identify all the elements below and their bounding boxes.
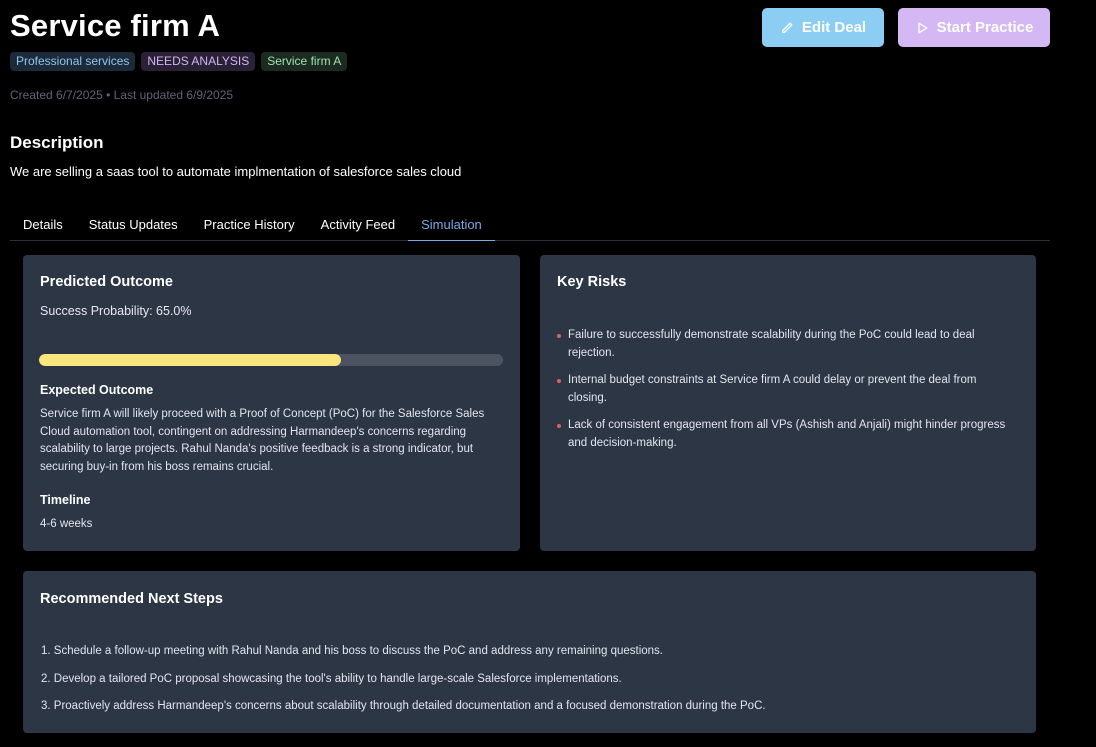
- pencil-icon: [781, 22, 793, 33]
- steps-list: 1. Schedule a follow-up meeting with Rah…: [41, 643, 1021, 726]
- bullet-icon: [557, 379, 561, 383]
- bullet-icon: [557, 334, 561, 338]
- risk-list: Failure to successfully demonstrate scal…: [557, 327, 1017, 462]
- timeline-text: 4-6 weeks: [40, 518, 93, 530]
- bullet-icon: [557, 424, 561, 428]
- predicted-outcome-card: Predicted Outcome Success Probability: 6…: [23, 255, 520, 551]
- tab-activity-feed[interactable]: Activity Feed: [308, 208, 408, 241]
- description-text: We are selling a saas tool to automate i…: [10, 164, 462, 179]
- play-icon: [917, 22, 928, 33]
- list-item: 3. Proactively address Harmandeep's conc…: [41, 700, 766, 712]
- timeline-heading: Timeline: [40, 493, 91, 507]
- tab-status-updates[interactable]: Status Updates: [76, 208, 191, 241]
- key-risks-card: Key Risks Failure to successfully demons…: [540, 255, 1036, 551]
- stage-tag: NEEDS ANALYSIS: [141, 52, 256, 71]
- company-tag: Service firm A: [261, 52, 348, 71]
- expected-outcome-heading: Expected Outcome: [40, 383, 154, 397]
- probability-bar: [39, 354, 503, 366]
- success-probability: Success Probability: 65.0%: [40, 304, 192, 318]
- industry-tag: Professional services: [10, 52, 136, 71]
- list-item: Failure to successfully demonstrate scal…: [557, 327, 1017, 362]
- list-item: Internal budget constraints at Service f…: [557, 372, 1017, 407]
- next-steps-heading: Recommended Next Steps: [40, 591, 223, 607]
- edit-deal-button[interactable]: Edit Deal: [762, 8, 884, 47]
- tag-list: Professional services NEEDS ANALYSIS Ser…: [10, 52, 348, 71]
- start-practice-button[interactable]: Start Practice: [898, 8, 1050, 47]
- list-item: Lack of consistent engagement from all V…: [557, 417, 1017, 452]
- description-heading: Description: [10, 133, 104, 152]
- tab-simulation[interactable]: Simulation: [408, 208, 495, 241]
- tab-details[interactable]: Details: [10, 208, 76, 241]
- edit-deal-label: Edit Deal: [801, 19, 867, 36]
- probability-bar-fill: [39, 354, 341, 366]
- list-item: 2. Develop a tailored PoC proposal showc…: [41, 672, 622, 685]
- tab-practice-history[interactable]: Practice History: [191, 208, 308, 241]
- key-risks-heading: Key Risks: [557, 274, 627, 290]
- next-steps-card: Recommended Next Steps 1. Schedule a fol…: [23, 571, 1036, 733]
- list-item: 1. Schedule a follow-up meeting with Rah…: [41, 645, 664, 657]
- predicted-outcome-heading: Predicted Outcome: [40, 274, 173, 290]
- page-title: Service firm A: [10, 8, 221, 43]
- expected-outcome-text: Service firm A will likely proceed with …: [40, 408, 485, 473]
- tab-bar: Details Status Updates Practice History …: [10, 208, 1050, 241]
- timestamps: Created 6/7/2025 • Last updated 6/9/2025: [10, 88, 234, 102]
- start-practice-label: Start Practice: [936, 19, 1034, 36]
